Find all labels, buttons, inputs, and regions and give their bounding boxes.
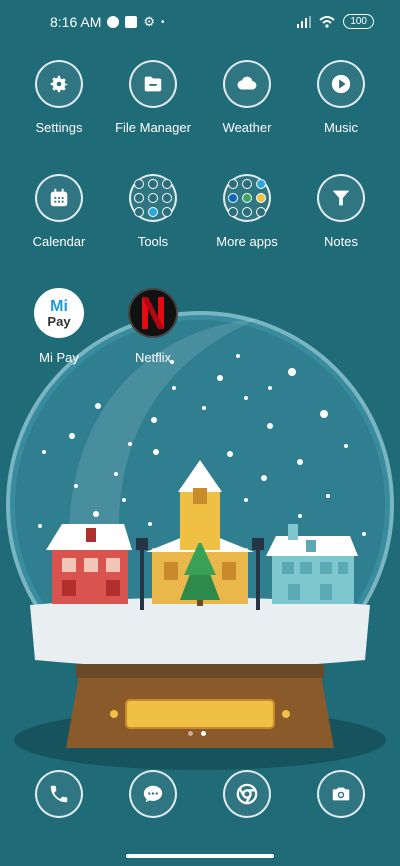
dock xyxy=(0,770,400,826)
app-label: Music xyxy=(324,120,358,135)
app-label: Settings xyxy=(35,120,83,135)
gesture-bar[interactable] xyxy=(126,854,274,858)
calendar-icon xyxy=(35,174,83,222)
app-file-manager[interactable]: File Manager xyxy=(106,60,200,135)
folder-icon xyxy=(129,60,177,108)
app-music[interactable]: Music xyxy=(294,60,388,135)
dock-camera[interactable] xyxy=(294,770,388,818)
page-indicator xyxy=(188,731,206,736)
app-notes[interactable]: Notes xyxy=(294,174,388,249)
svg-text:Pay: Pay xyxy=(47,314,71,329)
play-icon xyxy=(317,60,365,108)
data-saver-icon xyxy=(107,16,120,28)
gear-icon xyxy=(35,60,83,108)
folder-tools[interactable]: Tools xyxy=(106,174,200,249)
app-label: Weather xyxy=(222,120,272,135)
battery-indicator: 100 xyxy=(343,14,374,29)
app-weather[interactable]: Weather xyxy=(200,60,294,135)
mi-pay-logo: Mi Pay xyxy=(34,288,84,338)
dock-messages[interactable] xyxy=(106,770,200,818)
folder-more-apps[interactable]: More apps xyxy=(200,174,294,249)
signal-icon xyxy=(297,15,312,28)
chat-icon xyxy=(129,770,177,818)
status-right: 100 xyxy=(297,14,374,29)
cloud-icon xyxy=(223,60,271,108)
more-notifications-icon: • xyxy=(161,16,165,28)
camera-icon xyxy=(317,770,365,818)
folder-grid-icon xyxy=(223,174,271,222)
page-dot-active xyxy=(201,731,206,736)
app-label: Tools xyxy=(137,234,169,249)
wifi-icon xyxy=(319,15,335,28)
phone-icon xyxy=(35,770,83,818)
chrome-icon xyxy=(223,770,271,818)
netflix-logo xyxy=(128,288,178,338)
app-mi-pay[interactable]: Mi Pay Mi Pay xyxy=(12,288,106,365)
app-label: File Manager xyxy=(115,120,191,135)
app-label: More apps xyxy=(216,234,278,249)
app-label: Notes xyxy=(324,234,358,249)
screenshot-icon xyxy=(125,16,138,28)
app-label: Mi Pay xyxy=(39,350,79,365)
status-left: 8:16 AM ⚙ • xyxy=(50,14,165,30)
folder-grid-icon xyxy=(129,174,177,222)
app-label: Netflix xyxy=(134,350,172,365)
clock: 8:16 AM xyxy=(50,14,102,30)
app-settings[interactable]: Settings xyxy=(12,60,106,135)
svg-text:Mi: Mi xyxy=(50,298,68,315)
app-calendar[interactable]: Calendar xyxy=(12,174,106,249)
funnel-icon xyxy=(317,174,365,222)
dock-phone[interactable] xyxy=(12,770,106,818)
app-label: Calendar xyxy=(32,234,86,249)
page-dot xyxy=(188,731,193,736)
status-bar: 8:16 AM ⚙ • 100 xyxy=(0,0,400,44)
settings-status-icon: ⚙ xyxy=(143,14,156,29)
app-netflix[interactable]: Netflix xyxy=(106,288,200,365)
dock-browser[interactable] xyxy=(200,770,294,818)
